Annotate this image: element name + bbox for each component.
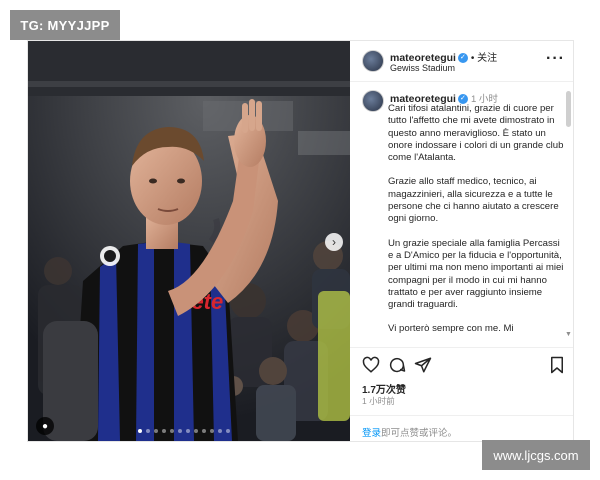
share-icon[interactable] [414, 356, 432, 374]
watermark-bottom: www.ljcgs.com [482, 440, 590, 470]
verified-badge-icon: ✓ [457, 53, 468, 64]
more-icon[interactable]: ··· [546, 50, 565, 68]
tagged-user-icon[interactable]: ● [36, 417, 54, 435]
scroll-down-icon[interactable]: ▼ [565, 331, 572, 338]
carousel-dot [194, 429, 198, 433]
instagram-post: Lete › ● mateoretegui ✓ • 关注 Gewiss Stad… [27, 40, 574, 442]
carousel-next-button[interactable]: › [325, 233, 343, 251]
avatar[interactable] [362, 90, 384, 112]
login-link[interactable]: 登录 [362, 428, 381, 439]
carousel-dot [170, 429, 174, 433]
carousel-indicator [138, 429, 230, 433]
carousel-dot [218, 429, 222, 433]
like-heart-icon[interactable] [362, 356, 380, 374]
caption-text: Cari tifosi atalantini, grazie di cuore … [388, 103, 566, 341]
login-rest-text: 即可点赞或评论。 [381, 428, 458, 439]
likes-count[interactable]: 1.7万次赞 [362, 381, 406, 396]
post-photo[interactable]: Lete › ● [28, 41, 350, 441]
login-prompt: 登录即可点赞或评论。 [350, 415, 573, 441]
carousel-dot [210, 429, 214, 433]
carousel-dot [138, 429, 142, 433]
caption-paragraph: Cari tifosi atalantini, grazie di cuore … [388, 103, 564, 164]
caption-paragraph: Grazie allo staff medico, tecnico, ai ma… [388, 176, 559, 225]
caption-paragraph: Un grazie speciale alla famiglia Percass… [388, 237, 564, 311]
caption-paragraph: Vi porterò sempre con me. Mi [388, 323, 514, 335]
carousel-dot [146, 429, 150, 433]
carousel-dot [202, 429, 206, 433]
action-bar [350, 347, 573, 377]
header-username-row: mateoretegui ✓ • 关注 [390, 49, 497, 64]
caption-scrollbar[interactable] [566, 91, 571, 127]
carousel-dot [162, 429, 166, 433]
caption-area: mateoretegui ✓ 1 小时 Cari tifosi atalantini… [350, 83, 573, 341]
post-header: mateoretegui ✓ • 关注 Gewiss Stadium ··· [350, 41, 573, 82]
post-sidebar: mateoretegui ✓ • 关注 Gewiss Stadium ··· ma… [350, 41, 573, 441]
follow-button[interactable]: 关注 [477, 53, 497, 64]
watermark-top: TG: MYYJJPP [10, 10, 120, 40]
comment-icon[interactable] [388, 356, 406, 374]
login-prompt-text: 登录即可点赞或评论。 [362, 425, 457, 439]
location-link[interactable]: Gewiss Stadium [390, 63, 455, 73]
carousel-dot [226, 429, 230, 433]
carousel-dot [154, 429, 158, 433]
avatar[interactable] [362, 50, 384, 72]
player-photo-illustration: Lete [28, 41, 350, 441]
post-timestamp: 1 小时前 [362, 396, 395, 406]
carousel-dot [178, 429, 182, 433]
carousel-dot [186, 429, 190, 433]
bookmark-icon[interactable] [548, 356, 566, 374]
